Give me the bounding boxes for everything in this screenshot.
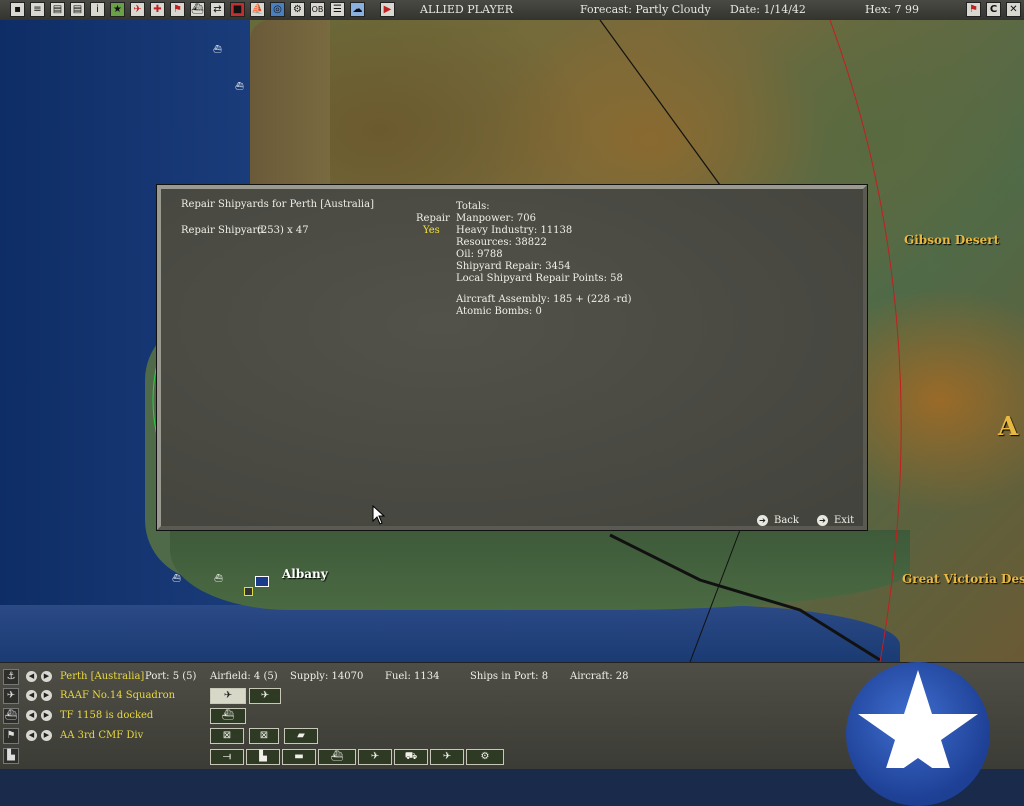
plane-icon[interactable]: ✈ [130,2,145,17]
place-label-gibson-desert: Gibson Desert [904,233,1000,247]
repair-toggle[interactable]: Yes [423,225,440,236]
color-square-icon[interactable]: ■ [230,2,245,17]
support-unit-button[interactable]: ▰ [284,728,318,744]
repair-shipyard-value: (253) x 47 [257,225,309,236]
forecast-label: Forecast: Partly Cloudy [580,3,711,16]
allied-star-emblem [846,662,990,806]
total-heavy-industry: Heavy Industry: 11138 [456,225,573,236]
star-icon[interactable]: ★ [110,2,125,17]
place-label-edge: A [998,412,1019,442]
prev-arrow-icon[interactable]: ◀ [26,710,37,721]
flag-icon[interactable]: ⚑ [3,728,19,744]
aircraft-assembly: Aircraft Assembly: 185 + (228 -rd) [456,294,632,305]
filter-button[interactable]: ⛟ [394,749,428,765]
ob-icon[interactable]: OB [310,2,325,17]
task-force-name[interactable]: TF 1158 is docked [60,710,153,721]
total-oil: Oil: 9788 [456,249,503,260]
air-unit-plane-button[interactable]: ✈ [210,688,246,704]
ship-icon[interactable]: ⛴ [3,708,19,724]
repair-column-header: Repair [416,213,450,224]
next-arrow-icon[interactable]: ▶ [41,710,52,721]
swap-icon[interactable]: ⇄ [210,2,225,17]
report-icon[interactable]: ▤ [50,2,65,17]
total-local-repair-points: Local Shipyard Repair Points: 58 [456,273,623,284]
arrow-right-icon: ➔ [817,515,828,526]
air-unit-plane-button[interactable]: ✈ [249,688,281,704]
ships-in-port-value: Ships in Port: 8 [470,671,549,682]
c-button[interactable]: C [986,2,1001,17]
base-name[interactable]: Perth [Australia] [60,671,144,682]
prev-arrow-icon[interactable]: ◀ [26,730,37,741]
flag-icon[interactable]: ⚑ [170,2,185,17]
date-label: Date: 1/14/42 [730,3,806,16]
next-arrow-icon[interactable]: ▶ [41,730,52,741]
exit-button[interactable]: ➔ Exit [817,515,854,526]
flag-icon[interactable]: ⚑ [966,2,981,17]
info-icon[interactable]: i [90,2,105,17]
task-force-ship-button[interactable]: ⛴ [210,708,246,724]
atomic-bombs: Atomic Bombs: 0 [456,306,542,317]
dialog-title: Repair Shipyards for Perth [Australia] [181,199,374,210]
anchor-icon[interactable]: ⚓ [3,669,19,685]
filter-button[interactable]: ⛴ [318,749,356,765]
prev-arrow-icon[interactable]: ◀ [26,690,37,701]
air-unit-icon[interactable]: ✈ [3,688,19,704]
ground-unit-name[interactable]: AA 3rd CMF Div [60,730,143,741]
factory-icon[interactable]: ▙ [3,748,19,764]
aircraft-value: Aircraft: 28 [570,671,629,682]
filter-button[interactable]: ▙ [246,749,280,765]
repair-shipyard-label: Repair Shipyard [181,225,264,236]
airfield-value: Airfield: 4 (5) [210,671,278,682]
port-value: Port: 5 (5) [145,671,197,682]
air-unit-name[interactable]: RAAF No.14 Squadron [60,690,175,701]
list-icon[interactable]: ☰ [330,2,345,17]
back-label: Back [774,515,799,526]
total-manpower: Manpower: 706 [456,213,536,224]
sub-icon[interactable]: ⚙ [290,2,305,17]
dialog-body: Repair Shipyards for Perth [Australia] R… [161,189,863,526]
close-icon[interactable]: ✕ [1006,2,1021,17]
back-button[interactable]: ➔ Back [757,515,799,526]
total-resources: Resources: 38822 [456,237,547,248]
top-toolbar: ▪ ≡ ▤ ▤ i ★ ✈ ✚ ⚑ ⛴ ⇄ ■ ⛵ ◎ ⚙ OB ☰ ☁ ▶ A… [0,0,1024,21]
ship-icon[interactable]: ⛵ [250,2,265,17]
ship-icon[interactable]: ⛴ [190,2,205,17]
infantry-unit-button[interactable]: ⊠ [210,728,244,744]
repair-shipyards-dialog: Repair Shipyards for Perth [Australia] R… [157,185,867,530]
next-arrow-icon[interactable]: ▶ [41,690,52,701]
hex-label: Hex: 7 99 [865,3,920,16]
cloud-icon[interactable]: ☁ [350,2,365,17]
plane-icon[interactable]: ✚ [150,2,165,17]
mouse-cursor-icon [372,505,386,525]
place-label-albany: Albany [282,567,328,581]
exit-label: Exit [834,515,855,526]
totals-header: Totals: [456,201,490,212]
report-icon[interactable]: ▤ [70,2,85,17]
globe-icon[interactable]: ◎ [270,2,285,17]
filter-button[interactable]: ▬ [282,749,316,765]
place-label-great-victoria-desert: Great Victoria Des [902,572,1024,586]
filter-button[interactable]: ✈ [430,749,464,765]
next-arrow-icon[interactable]: ▶ [41,671,52,682]
play-icon[interactable]: ▶ [380,2,395,17]
filter-button[interactable]: ✈ [358,749,392,765]
infantry-unit-button[interactable]: ⊠ [249,728,279,744]
prev-arrow-icon[interactable]: ◀ [26,671,37,682]
filter-button[interactable]: ⚙ [466,749,504,765]
list-icon[interactable]: ≡ [30,2,45,17]
player-label: ALLIED PLAYER [420,3,514,16]
document-icon[interactable]: ▪ [10,2,25,17]
fuel-value: Fuel: 1134 [385,671,440,682]
supply-value: Supply: 14070 [290,671,364,682]
total-shipyard-repair: Shipyard Repair: 3454 [456,261,571,272]
filter-button[interactable]: ⟞ [210,749,244,765]
arrow-right-icon: ➔ [757,515,768,526]
